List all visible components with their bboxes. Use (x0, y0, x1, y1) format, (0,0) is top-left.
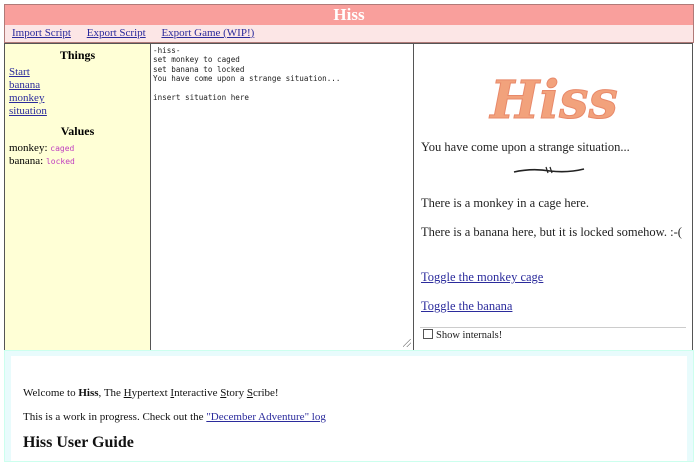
welcome-part: , The (98, 387, 124, 399)
divider-flourish (513, 166, 585, 174)
sidebar: Things Start banana monkey situation Val… (4, 43, 151, 351)
welcome-part: ypertext (131, 387, 171, 399)
welcome-part: nteractive (174, 387, 221, 399)
script-editor[interactable]: -hiss- set monkey to caged set banana to… (150, 43, 417, 352)
user-guide-content: Welcome to Hiss, The Hypertext Interacti… (11, 356, 687, 461)
show-internals-row: Show internals! (423, 329, 502, 343)
thing-link-banana[interactable]: banana (9, 79, 150, 92)
show-internals-checkbox[interactable] (423, 329, 433, 339)
values-heading: Values (60, 124, 95, 138)
value-value: caged (50, 144, 75, 153)
welcome-prefix: Welcome to (23, 387, 79, 399)
show-internals-label: Show internals! (436, 330, 503, 341)
export-script-link[interactable]: Export Script (87, 27, 146, 39)
intro-text: You have come upon a strange situation..… (421, 140, 630, 154)
december-adventure-link[interactable]: "December Adventure" log (206, 411, 326, 423)
toggle-monkey-row: Toggle the monkey cage (421, 270, 686, 285)
logo-text: Hiss (488, 70, 617, 131)
value-value: locked (45, 157, 75, 166)
toggle-banana-link[interactable]: Toggle the banana (421, 299, 512, 313)
toggle-banana-row: Toggle the banana (421, 299, 686, 314)
app-title: Hiss (333, 5, 365, 24)
acronym-letter: H (123, 387, 132, 399)
resize-handle[interactable] (403, 339, 411, 347)
banana-description: There is a banana here, but it is locked… (421, 225, 682, 239)
value-name: monkey: (9, 142, 48, 154)
thing-link-monkey[interactable]: monkey (9, 92, 150, 105)
story-preview: Hiss You have come upon a strange situat… (413, 43, 693, 351)
welcome-text: Welcome to Hiss, The Hypertext Interacti… (23, 387, 279, 399)
value-name: banana: (9, 155, 44, 167)
monkey-description: There is a monkey in a cage here. (421, 196, 589, 210)
hiss-logo: Hiss (488, 70, 618, 132)
things-heading: Things (59, 48, 96, 62)
value-row-banana: banana: locked (9, 155, 150, 168)
value-row-monkey: monkey: caged (9, 142, 150, 155)
user-guide-panel: Welcome to Hiss, The Hypertext Interacti… (4, 350, 694, 462)
welcome-app-name: Hiss (78, 387, 99, 399)
user-guide-heading: Hiss User Guide (23, 434, 134, 451)
thing-link-situation[interactable]: situation (9, 105, 150, 118)
welcome-part: tory (226, 387, 247, 399)
wip-text: This is a work in progress. Check out th… (23, 411, 326, 423)
import-script-link[interactable]: Import Script (12, 27, 71, 39)
export-game-link[interactable]: Export Game (WIP!) (161, 27, 254, 39)
internals-divider (420, 327, 686, 328)
thing-link-start[interactable]: Start (9, 66, 150, 79)
toggle-monkey-link[interactable]: Toggle the monkey cage (421, 270, 543, 284)
app-title-banner: Hiss (4, 4, 694, 26)
wip-prefix: This is a work in progress. Check out th… (23, 411, 207, 423)
welcome-part: cribe! (252, 387, 279, 399)
menu-bar: Import Script Export Script Export Game … (4, 25, 694, 43)
